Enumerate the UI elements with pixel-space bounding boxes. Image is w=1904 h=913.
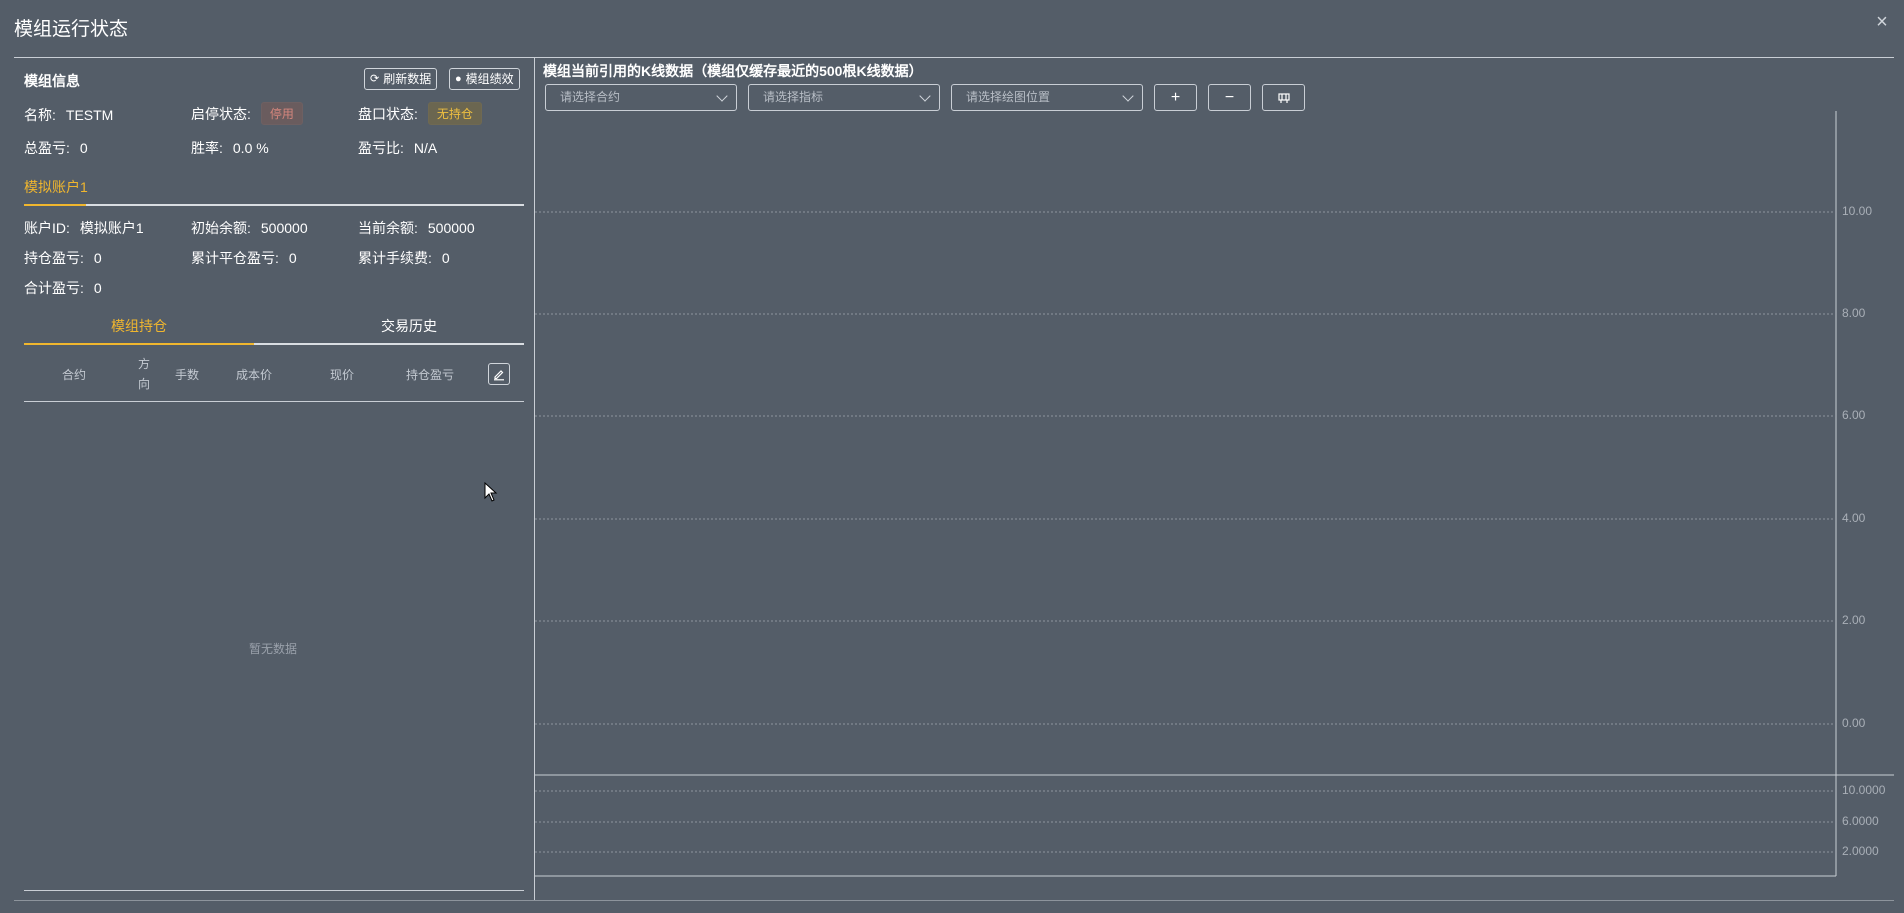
dialog-title: 模组运行状态 <box>14 19 129 40</box>
account-id-label: 账户ID: <box>24 220 70 236</box>
run-state-badge: 停用 <box>260 102 303 125</box>
column-edit-button[interactable] <box>488 363 510 385</box>
contract-select-placeholder: 请选择合约 <box>560 90 621 104</box>
run-state-row: 启停状态: 停用 <box>191 102 303 125</box>
sum-pnl-label: 合计盈亏: <box>24 280 84 296</box>
sum-pnl-value: 0 <box>93 280 102 296</box>
tab-history[interactable]: 交易历史 <box>381 316 437 336</box>
table-header: 合约 方 向 手数 成本价 现价 持仓盈亏 <box>24 350 524 400</box>
cur-balance-value: 500000 <box>427 220 475 236</box>
minus-icon: − <box>1224 88 1235 106</box>
contract-select[interactable]: 请选择合约 <box>545 84 737 111</box>
col-contract: 合约 <box>62 368 87 382</box>
closed-pnl-label: 累计平仓盈亏: <box>191 250 279 266</box>
total-pnl-value: 0 <box>79 140 88 156</box>
win-rate-label: 胜率: <box>191 140 223 156</box>
edit-icon <box>494 370 504 381</box>
win-rate-value: 0.0 % <box>232 140 269 156</box>
closed-pnl-row: 累计平仓盈亏: 0 <box>191 248 297 268</box>
col-price: 现价 <box>330 368 355 382</box>
y-tick: 2.0000 <box>1842 844 1879 858</box>
col-direction-line1: 方 <box>138 357 151 371</box>
chevron-down-icon <box>919 90 931 102</box>
y-tick: 6.00 <box>1842 408 1866 422</box>
closed-pnl-value: 0 <box>288 250 297 266</box>
sum-pnl-row: 合计盈亏: 0 <box>24 278 102 298</box>
col-holding-pnl: 持仓盈亏 <box>406 368 455 382</box>
performance-label: 模组绩效 <box>465 72 514 86</box>
account-id-row: 账户ID: 模拟账户1 <box>24 218 144 238</box>
bottom-divider <box>14 900 1894 901</box>
total-pnl-row: 总盈亏: 0 <box>24 138 88 158</box>
col-lots: 手数 <box>175 368 200 382</box>
tab-positions[interactable]: 模组持仓 <box>111 316 167 336</box>
holding-pnl-label: 持仓盈亏: <box>24 250 84 266</box>
cur-balance-label: 当前余额: <box>358 220 418 236</box>
pnl-ratio-label: 盈亏比: <box>358 140 404 156</box>
pnl-ratio-value: N/A <box>413 140 438 156</box>
run-state-label: 启停状态: <box>191 105 251 122</box>
y-tick: 10.0000 <box>1842 783 1886 797</box>
y-tick: 10.00 <box>1842 204 1873 218</box>
chevron-down-icon <box>1122 90 1134 102</box>
y-tick: 0.00 <box>1842 716 1866 730</box>
performance-button[interactable]: ● 模组绩效 <box>449 68 520 90</box>
fee-label: 累计手续费: <box>358 250 432 266</box>
refresh-icon: ⟳ <box>370 73 380 85</box>
account-id-value: 模拟账户1 <box>79 220 144 236</box>
refresh-label: 刷新数据 <box>383 72 432 86</box>
y-tick: 2.00 <box>1842 613 1866 627</box>
empty-text: 暂无数据 <box>249 642 298 656</box>
chart-title: 模组当前引用的K线数据（模组仅缓存最近的500根K线数据） <box>543 63 923 79</box>
col-direction: 方 向 <box>138 354 150 394</box>
fee-row: 累计手续费: 0 <box>358 248 450 268</box>
eraser-icon <box>1277 92 1290 103</box>
account-tab-underline <box>24 204 524 206</box>
draw-position-select-placeholder: 请选择绘图位置 <box>966 90 1051 104</box>
name-value: TESTM <box>65 107 114 123</box>
indicator-select[interactable]: 请选择指标 <box>748 84 940 111</box>
fee-value: 0 <box>441 250 450 266</box>
zoom-out-button[interactable]: − <box>1208 84 1251 111</box>
y-tick: 8.00 <box>1842 306 1866 320</box>
left-bottom-divider <box>24 890 524 891</box>
indicator-select-placeholder: 请选择指标 <box>763 90 824 104</box>
module-info-title: 模组信息 <box>24 73 80 89</box>
info-icon: ● <box>455 73 462 85</box>
mouse-cursor-icon <box>484 482 498 502</box>
draw-position-select[interactable]: 请选择绘图位置 <box>951 84 1143 111</box>
panel-divider <box>534 58 535 900</box>
total-pnl-label: 总盈亏: <box>24 140 70 156</box>
zoom-in-button[interactable]: + <box>1154 84 1197 111</box>
name-row: 名称: TESTM <box>24 105 113 125</box>
holding-pnl-value: 0 <box>93 250 102 266</box>
pnl-ratio-row: 盈亏比: N/A <box>358 138 437 158</box>
position-tabs-underline <box>24 343 524 345</box>
col-cost: 成本价 <box>236 368 273 382</box>
chevron-down-icon <box>716 90 728 102</box>
position-state-row: 盘口状态: 无持仓 <box>358 102 482 125</box>
table-header-divider <box>24 401 524 402</box>
init-balance-label: 初始余额: <box>191 220 251 236</box>
holding-pnl-row: 持仓盈亏: 0 <box>24 248 102 268</box>
name-label: 名称: <box>24 107 56 123</box>
clear-indicator-button[interactable] <box>1262 84 1305 111</box>
plus-icon: + <box>1170 88 1181 106</box>
win-rate-row: 胜率: 0.0 % <box>191 138 269 158</box>
init-balance-value: 500000 <box>260 220 308 236</box>
cur-balance-row: 当前余额: 500000 <box>358 218 475 238</box>
init-balance-row: 初始余额: 500000 <box>191 218 308 238</box>
module-info-panel: 模组信息 ⟳ 刷新数据 ● 模组绩效 名称: TESTM 启停状态: 停用 盘口… <box>14 58 534 900</box>
position-state-badge: 无持仓 <box>427 102 482 125</box>
tab-account[interactable]: 模拟账户1 <box>24 177 88 197</box>
y-tick: 6.0000 <box>1842 814 1879 828</box>
close-icon[interactable]: × <box>1872 12 1892 32</box>
y-tick: 4.00 <box>1842 511 1866 525</box>
position-state-label: 盘口状态: <box>358 105 418 122</box>
col-direction-line2: 向 <box>138 377 151 391</box>
refresh-button[interactable]: ⟳ 刷新数据 <box>364 68 438 90</box>
